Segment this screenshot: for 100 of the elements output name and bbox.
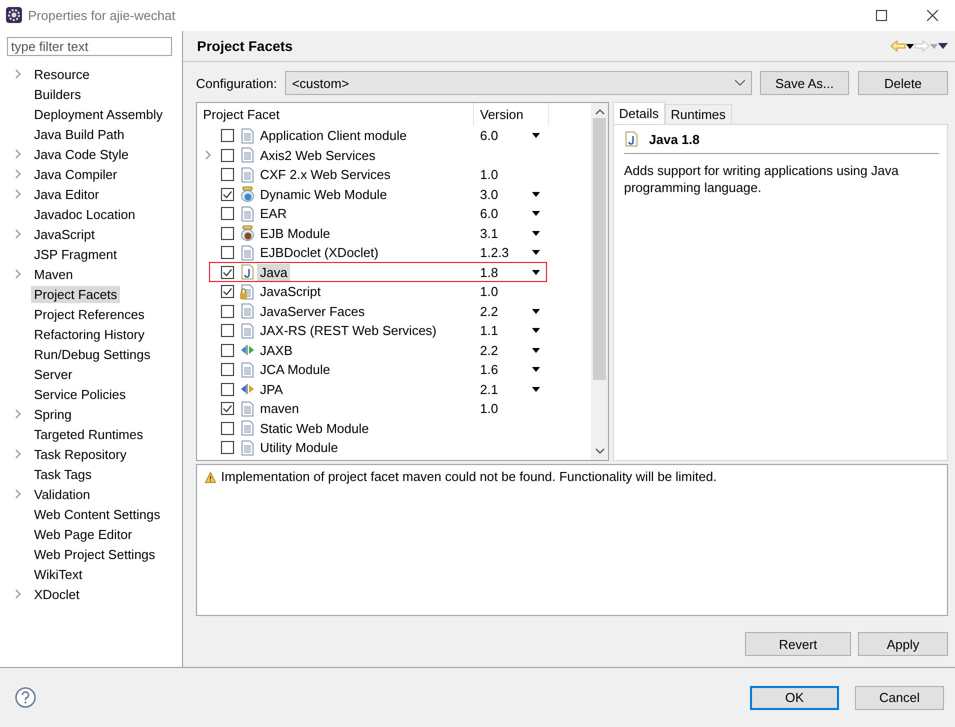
- checkbox[interactable]: [221, 344, 234, 357]
- facet-name[interactable]: JPA: [257, 380, 286, 398]
- facet-name[interactable]: CXF 2.x Web Services: [257, 166, 394, 184]
- version-cell[interactable]: 6.0: [480, 128, 498, 144]
- checkbox[interactable]: [221, 129, 234, 142]
- caret-icon[interactable]: [532, 328, 540, 334]
- caret-icon[interactable]: [906, 44, 914, 48]
- caret-icon[interactable]: [532, 230, 540, 236]
- sidebar-item[interactable]: Server: [31, 366, 76, 382]
- checkbox[interactable]: [221, 168, 234, 182]
- facet-name[interactable]: Static Web Module: [257, 420, 372, 437]
- version-cell[interactable]: 1.8: [480, 264, 498, 280]
- expand-icon[interactable]: [14, 149, 22, 159]
- caret-icon[interactable]: [532, 270, 540, 275]
- expand-icon[interactable]: [14, 169, 22, 179]
- checkbox[interactable]: [221, 363, 234, 376]
- version-cell[interactable]: 1.0: [480, 167, 498, 182]
- version-cell[interactable]: 1.6: [480, 362, 498, 378]
- version-cell[interactable]: 1.0: [480, 401, 498, 416]
- facet-name[interactable]: JavaServer Faces: [257, 302, 368, 320]
- checkbox[interactable]: [221, 402, 234, 416]
- column-header[interactable]: Version: [474, 103, 549, 126]
- scrollbar[interactable]: [591, 103, 608, 460]
- caret-icon[interactable]: [532, 133, 540, 138]
- facet-name[interactable]: Application Client module: [257, 127, 410, 144]
- caret-icon[interactable]: [532, 348, 540, 353]
- facet-name[interactable]: Utility Module: [257, 439, 342, 456]
- caret-icon[interactable]: [532, 367, 540, 372]
- sidebar-item[interactable]: Deployment Assembly: [31, 106, 166, 122]
- filter-field[interactable]: type filter text: [7, 37, 172, 56]
- sidebar-item[interactable]: Java Code Style: [31, 146, 132, 162]
- sidebar-item[interactable]: Web Project Settings: [31, 546, 158, 562]
- sidebar-item[interactable]: Project Facets: [31, 286, 120, 302]
- facet-name[interactable]: maven: [257, 400, 302, 418]
- sidebar-item[interactable]: XDoclet: [31, 586, 83, 602]
- expand-icon[interactable]: [204, 150, 212, 160]
- facet-name[interactable]: EAR: [257, 205, 290, 222]
- menu-icon[interactable]: [938, 43, 948, 49]
- sidebar-item[interactable]: Javadoc Location: [31, 206, 138, 222]
- sidebar-item[interactable]: JavaScript: [31, 226, 98, 242]
- close-icon[interactable]: [927, 10, 938, 20]
- version-cell[interactable]: 3.0: [480, 186, 498, 202]
- checkbox[interactable]: [221, 382, 234, 396]
- tab[interactable]: Details: [613, 102, 665, 124]
- checkbox[interactable]: [221, 304, 234, 318]
- sidebar-item[interactable]: Builders: [31, 86, 84, 102]
- delete-button[interactable]: Delete: [858, 71, 948, 95]
- expand-icon[interactable]: [14, 589, 22, 599]
- expand-icon[interactable]: [14, 229, 22, 239]
- checkbox[interactable]: [221, 324, 234, 338]
- sidebar-item[interactable]: Service Policies: [31, 386, 129, 402]
- facet-name[interactable]: Java: [257, 264, 290, 281]
- help-icon[interactable]: [15, 687, 36, 708]
- version-cell[interactable]: 1.1: [480, 323, 498, 338]
- version-cell[interactable]: 1.0: [480, 284, 498, 300]
- caret-icon[interactable]: [532, 211, 540, 216]
- scroll-down-icon[interactable]: [594, 447, 604, 455]
- caret-icon[interactable]: [532, 386, 540, 392]
- expand-icon[interactable]: [14, 69, 22, 79]
- sidebar-item[interactable]: Web Content Settings: [31, 506, 164, 522]
- sidebar-item[interactable]: Resource: [31, 66, 93, 82]
- facet-name[interactable]: JavaScript: [257, 283, 324, 300]
- expand-icon[interactable]: [14, 269, 22, 279]
- sidebar-item[interactable]: Task Repository: [31, 446, 130, 462]
- sidebar-item[interactable]: JSP Fragment: [31, 246, 120, 262]
- expand-icon[interactable]: [14, 189, 22, 199]
- sidebar-item[interactable]: WikiText: [31, 566, 86, 582]
- tab[interactable]: Runtimes: [664, 104, 732, 124]
- checkbox[interactable]: [221, 441, 234, 454]
- revert-button[interactable]: Revert: [745, 632, 851, 656]
- ok-button[interactable]: OK: [750, 686, 839, 710]
- caret-icon[interactable]: [532, 250, 540, 256]
- version-cell[interactable]: 2.2: [480, 342, 498, 358]
- expand-icon[interactable]: [14, 449, 22, 459]
- facet-name[interactable]: EJB Module: [257, 224, 334, 242]
- sidebar-item[interactable]: Refactoring History: [31, 326, 148, 342]
- apply-button[interactable]: Apply: [858, 632, 948, 656]
- checkbox[interactable]: [221, 148, 234, 162]
- checkbox[interactable]: [221, 422, 234, 435]
- facet-name[interactable]: JAXB: [257, 342, 296, 359]
- sidebar-item[interactable]: Web Page Editor: [31, 526, 136, 542]
- sidebar-item[interactable]: Task Tags: [31, 466, 95, 482]
- configuration-dropdown[interactable]: <custom>: [284, 71, 752, 95]
- column-header[interactable]: Project Facet: [197, 103, 474, 126]
- expand-icon[interactable]: [14, 409, 22, 419]
- sidebar-item[interactable]: Maven: [31, 266, 76, 282]
- version-cell[interactable]: 3.1: [480, 226, 498, 241]
- scroll-up-icon[interactable]: [594, 108, 604, 116]
- checkbox[interactable]: [221, 188, 234, 201]
- checkbox[interactable]: [221, 266, 234, 279]
- version-cell[interactable]: 6.0: [480, 206, 498, 222]
- sidebar-item[interactable]: Java Compiler: [31, 166, 120, 182]
- checkbox[interactable]: [221, 246, 234, 260]
- facet-name[interactable]: JAX-RS (REST Web Services): [257, 322, 440, 340]
- sidebar-item[interactable]: Java Build Path: [31, 126, 128, 142]
- facet-name[interactable]: JCA Module: [257, 361, 334, 378]
- facet-name[interactable]: Axis2 Web Services: [257, 146, 378, 164]
- expand-icon[interactable]: [14, 489, 22, 499]
- sidebar-item[interactable]: Run/Debug Settings: [31, 346, 154, 362]
- version-cell[interactable]: 1.2.3: [480, 245, 509, 260]
